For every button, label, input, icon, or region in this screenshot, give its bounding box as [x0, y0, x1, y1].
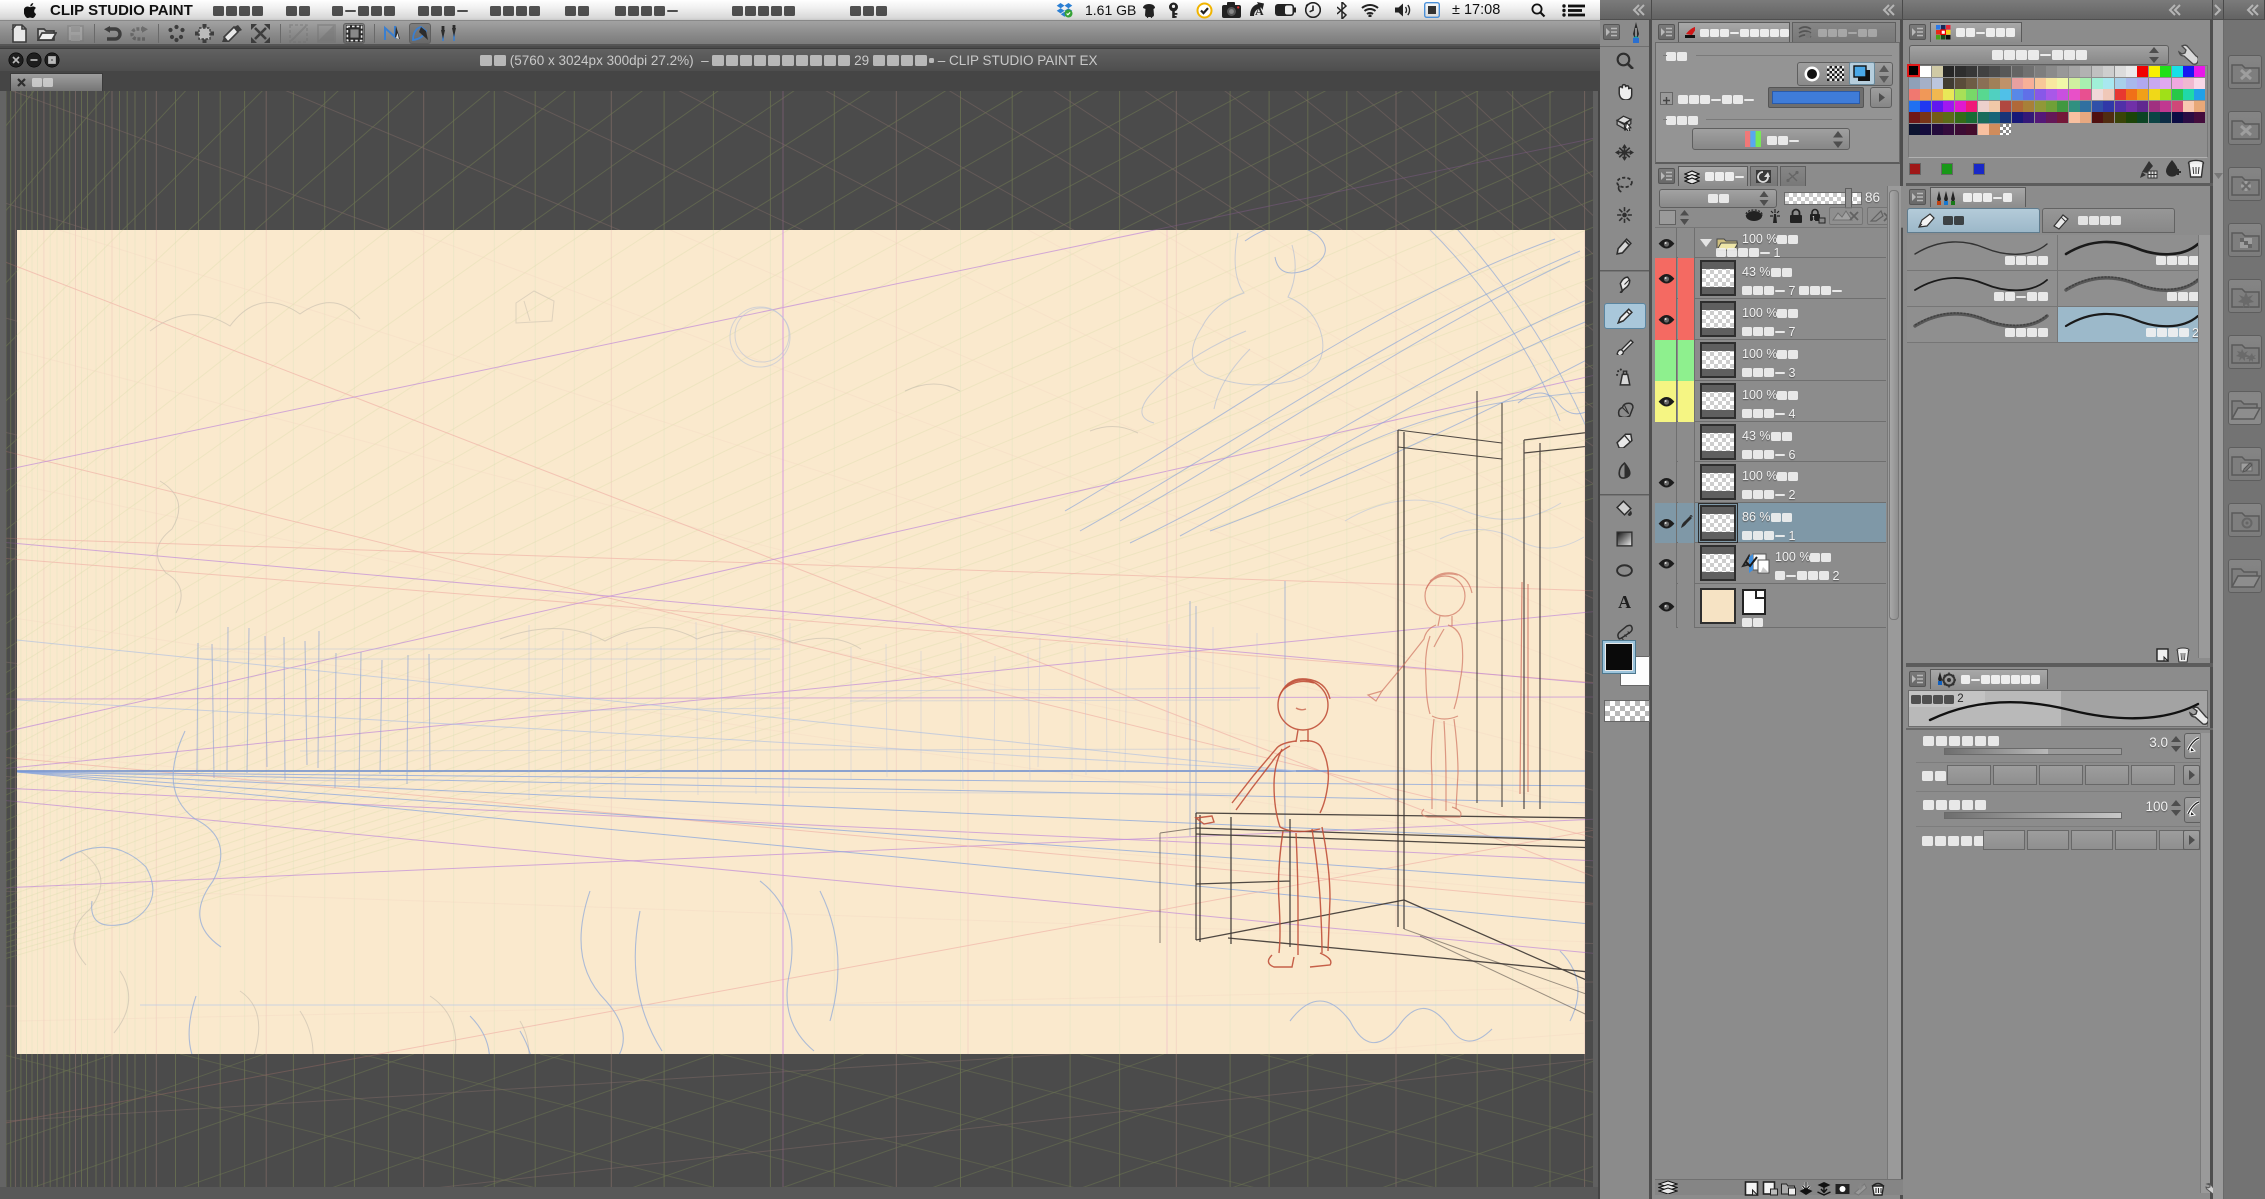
svg-text:A: A — [1255, 4, 1264, 18]
svg-text:A: A — [1618, 592, 1631, 610]
